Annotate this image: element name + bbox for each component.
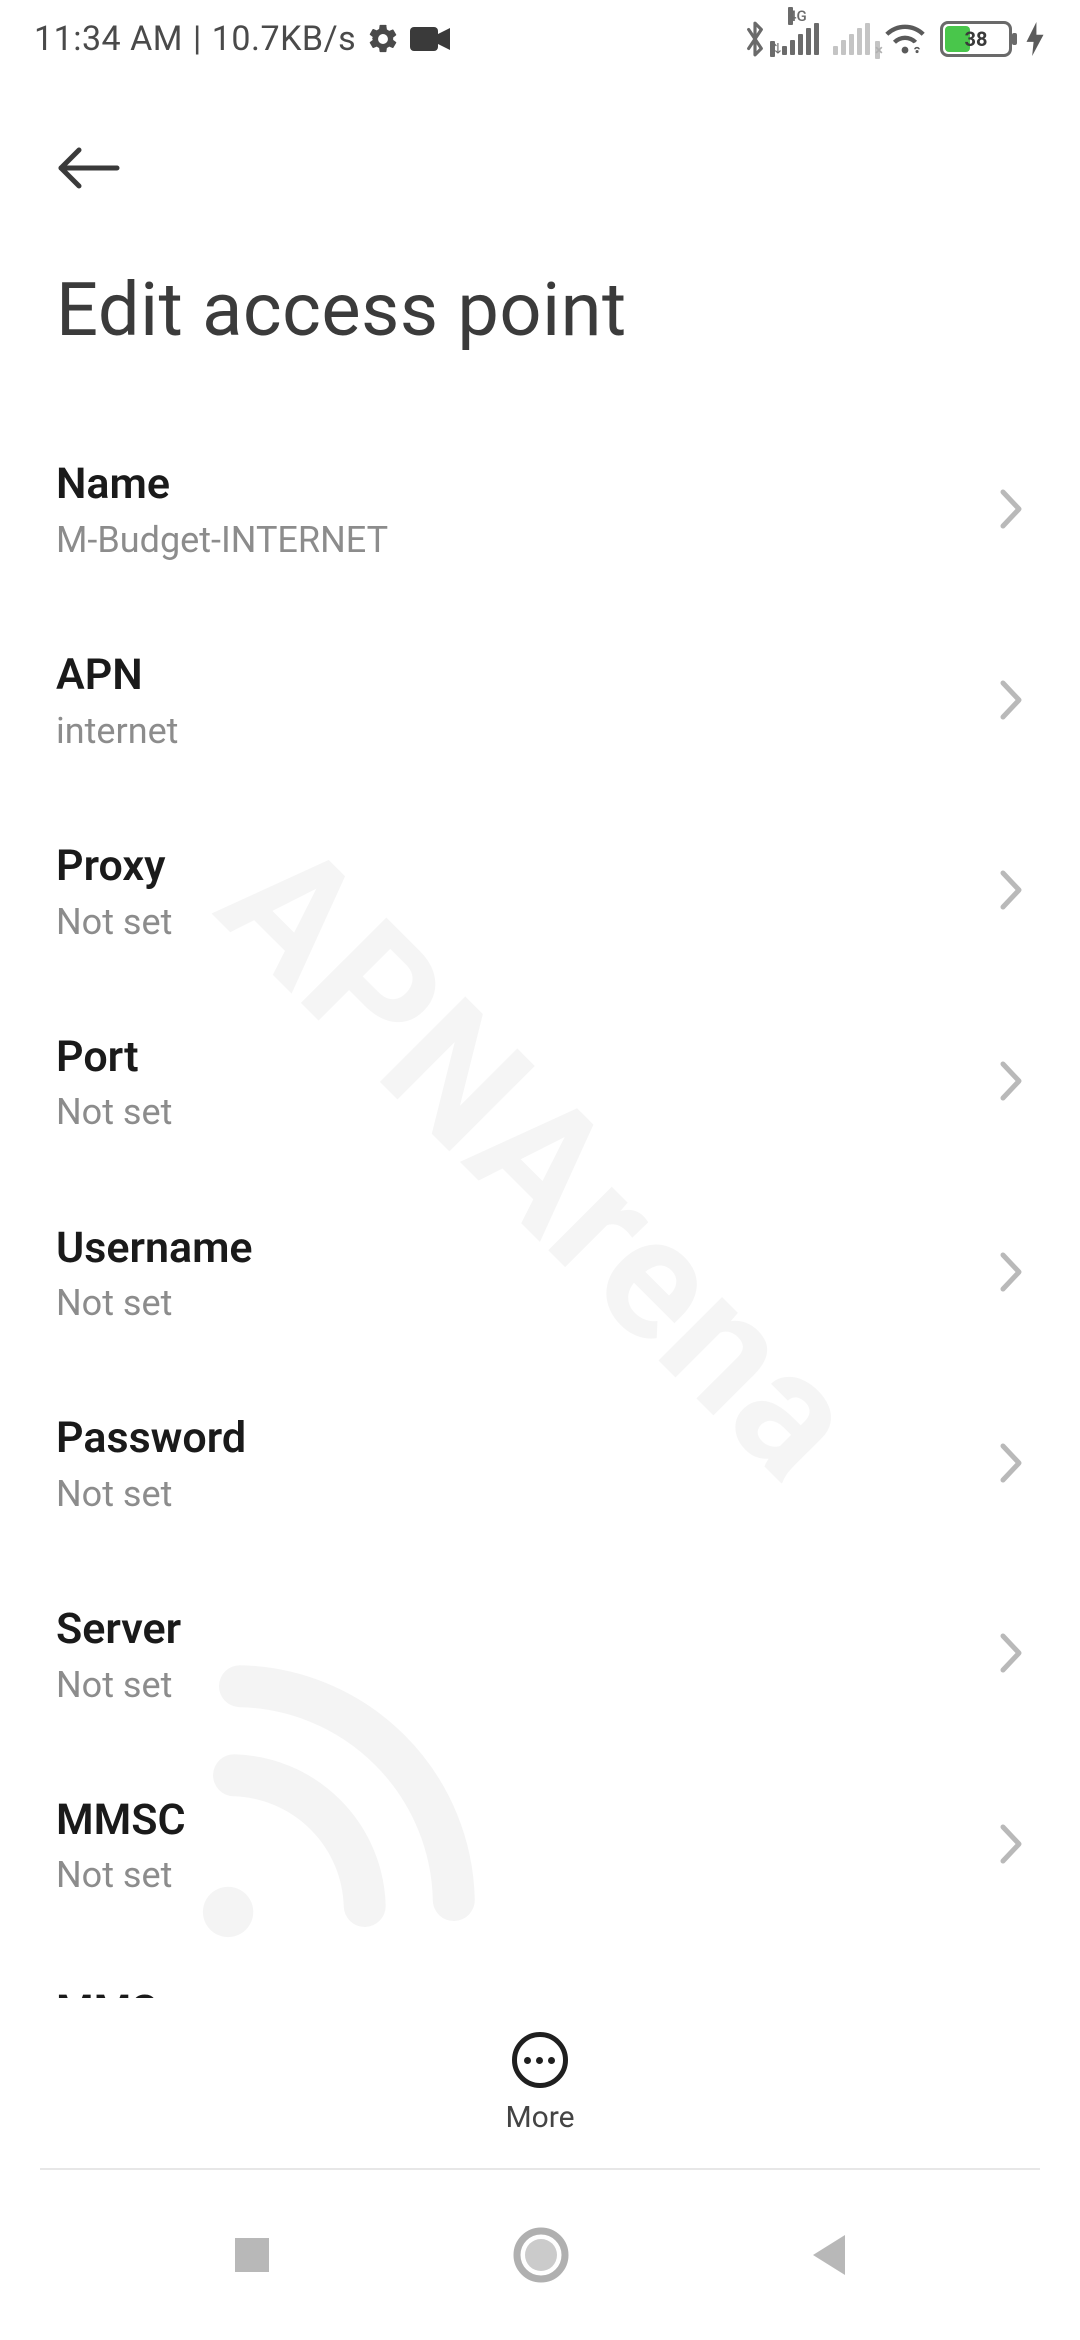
setting-value: Not set xyxy=(56,1282,253,1325)
more-icon xyxy=(512,2032,568,2088)
chevron-right-icon xyxy=(998,1441,1024,1489)
arrow-left-icon xyxy=(55,144,121,192)
page-title: Edit access point xyxy=(56,270,1024,351)
system-nav-bar xyxy=(0,2170,1080,2340)
charging-bolt-icon xyxy=(1026,22,1044,56)
wifi-icon xyxy=(884,22,926,56)
setting-password[interactable]: Password Not set xyxy=(56,1369,1024,1560)
setting-label: Password xyxy=(56,1413,246,1465)
setting-label: Port xyxy=(56,1032,172,1084)
setting-label: Name xyxy=(56,459,388,511)
chevron-right-icon xyxy=(998,1631,1024,1679)
setting-value: M-Budget-INTERNET xyxy=(56,519,388,562)
circle-icon xyxy=(513,2227,569,2283)
status-net-speed: 10.7KB/s xyxy=(212,19,356,59)
nav-back-button[interactable] xyxy=(807,2231,851,2279)
chevron-right-icon xyxy=(998,1059,1024,1107)
chevron-right-icon xyxy=(998,1250,1024,1298)
battery-icon: 38 xyxy=(940,21,1012,57)
signal-sim2-icon: × xyxy=(833,23,870,55)
signal-sim1-icon: 4G ⇅ xyxy=(782,23,819,55)
setting-server[interactable]: Server Not set xyxy=(56,1560,1024,1751)
setting-label: Proxy xyxy=(56,841,172,893)
setting-value: Not set xyxy=(56,901,172,944)
setting-label: Username xyxy=(56,1223,253,1275)
setting-value: Not set xyxy=(56,1664,181,1707)
status-time: 11:34 AM xyxy=(34,19,183,59)
square-icon xyxy=(229,2232,275,2278)
status-right: 4G ⇅ × 38 xyxy=(742,20,1044,58)
nav-recents-button[interactable] xyxy=(229,2232,275,2278)
setting-name[interactable]: Name M-Budget-INTERNET xyxy=(56,415,1024,606)
setting-mmsc[interactable]: MMSC Not set xyxy=(56,1751,1024,1942)
chevron-right-icon xyxy=(998,868,1024,916)
triangle-left-icon xyxy=(807,2231,851,2279)
chevron-right-icon xyxy=(998,1822,1024,1870)
chevron-right-icon xyxy=(998,678,1024,726)
signal-4g-label: 4G xyxy=(788,7,793,25)
chevron-right-icon xyxy=(998,487,1024,535)
setting-value: Not set xyxy=(56,1091,172,1134)
bottom-action-bar: More xyxy=(0,1998,1080,2168)
video-camera-icon xyxy=(410,25,450,53)
status-bar: 11:34 AM | 10.7KB/s 4G ⇅ × 38 xyxy=(0,0,1080,78)
header: Edit access point xyxy=(0,78,1080,351)
setting-apn[interactable]: APN internet xyxy=(56,606,1024,797)
nav-home-button[interactable] xyxy=(513,2227,569,2283)
setting-value: internet xyxy=(56,710,178,753)
settings-list: Name M-Budget-INTERNET APN internet Prox… xyxy=(0,351,1080,2132)
status-left: 11:34 AM | 10.7KB/s xyxy=(34,19,450,59)
more-button[interactable]: More xyxy=(505,2032,574,2135)
setting-label: Server xyxy=(56,1604,181,1656)
back-button[interactable] xyxy=(52,132,124,204)
setting-username[interactable]: Username Not set xyxy=(56,1179,1024,1370)
gear-icon xyxy=(366,22,400,56)
setting-port[interactable]: Port Not set xyxy=(56,988,1024,1179)
setting-proxy[interactable]: Proxy Not set xyxy=(56,797,1024,988)
status-separator: | xyxy=(193,19,202,59)
setting-label: APN xyxy=(56,650,178,702)
setting-value: Not set xyxy=(56,1854,186,1897)
bluetooth-icon xyxy=(742,20,768,58)
more-label: More xyxy=(505,2100,574,2135)
setting-label: MMSC xyxy=(56,1795,186,1847)
battery-percent: 38 xyxy=(943,27,1009,51)
setting-value: Not set xyxy=(56,1473,246,1516)
